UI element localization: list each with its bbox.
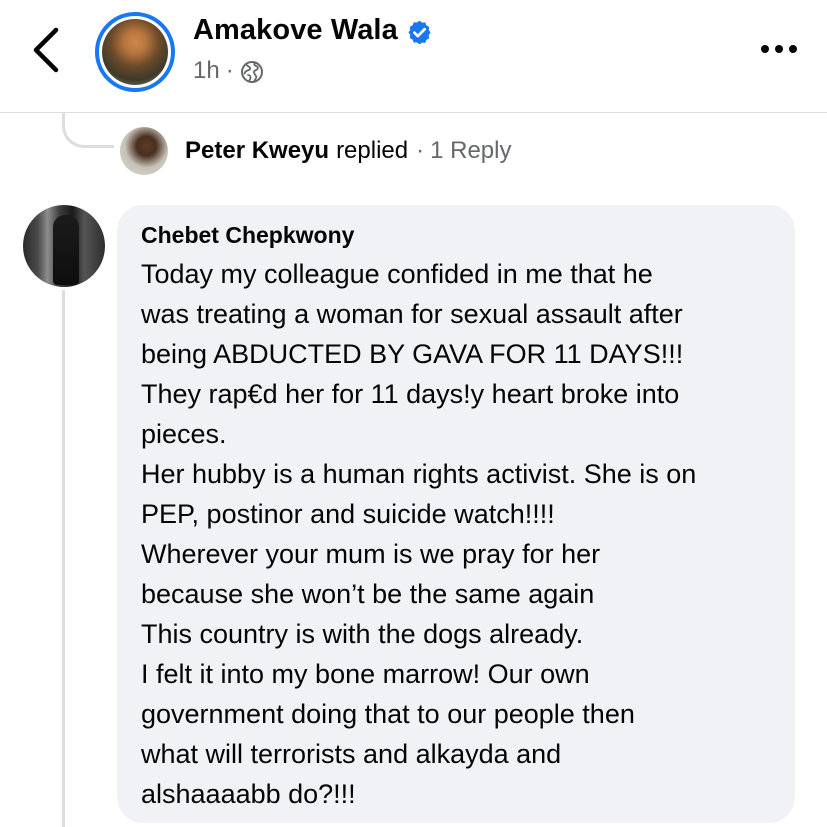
view-replies-link[interactable]: Peter Kweyu replied · 1 Reply (185, 134, 511, 168)
comment-text: Today my colleague confided in me that h… (141, 254, 789, 814)
comment-line: was treating a woman for sexual assault … (141, 299, 683, 329)
reply-count: 1 Reply (430, 137, 512, 164)
comment-line: alshaaaabb do?!!! (141, 779, 356, 809)
comment-line: Wherever your mum is we pray for her (141, 539, 601, 569)
comment-thread-line (62, 290, 65, 827)
post-time[interactable]: 1h (193, 57, 220, 85)
globe-icon (240, 61, 263, 83)
commenter-avatar[interactable] (23, 205, 105, 287)
more-horizontal-icon (761, 45, 797, 53)
comment-line: PEP, postinor and suicide watch!!!! (141, 499, 555, 529)
post-comments-screen: Amakove Wala 1h · Peter Kweyu replied · … (0, 0, 827, 827)
comment-line: being ABDUCTED BY GAVA FOR 11 DAYS!!! (141, 339, 684, 369)
comment-line: government doing that to our people then (141, 699, 635, 729)
author-avatar-photo (102, 19, 168, 85)
replier-avatar[interactable] (120, 127, 168, 175)
reply-separator: · (416, 137, 425, 164)
author-avatar[interactable] (95, 12, 175, 92)
reply-thread-connector (62, 112, 114, 148)
comment-line: Today my colleague confided in me that h… (141, 259, 653, 289)
author-name[interactable]: Amakove Wala (193, 14, 398, 47)
commenter-name[interactable]: Chebet Chepkwony (141, 222, 354, 249)
post-header: Amakove Wala 1h · (0, 0, 827, 112)
back-button[interactable] (26, 24, 70, 76)
replier-name: Peter Kweyu (185, 137, 330, 164)
comment-line: Her hubby is a human rights activist. Sh… (141, 459, 697, 489)
comment-line: what will terrorists and alkayda and (141, 739, 562, 769)
comment-line: They rap€d her for 11 days!y heart broke… (141, 379, 680, 409)
verified-badge-icon (408, 20, 431, 45)
header-divider (0, 112, 827, 113)
commenter-avatar-figure (53, 215, 79, 285)
more-options-button[interactable] (756, 34, 802, 64)
comment-line: I felt it into my bone marrow! Our own (141, 659, 590, 689)
comment-line: This country is with the dogs already. (141, 619, 584, 649)
post-meta: 1h · (193, 56, 264, 86)
reply-action-text: replied (336, 137, 409, 164)
meta-separator: · (225, 57, 234, 84)
chevron-left-icon (33, 27, 59, 73)
comment-line: because she won’t be the same again (141, 579, 595, 609)
comment-line: pieces. (141, 419, 227, 449)
